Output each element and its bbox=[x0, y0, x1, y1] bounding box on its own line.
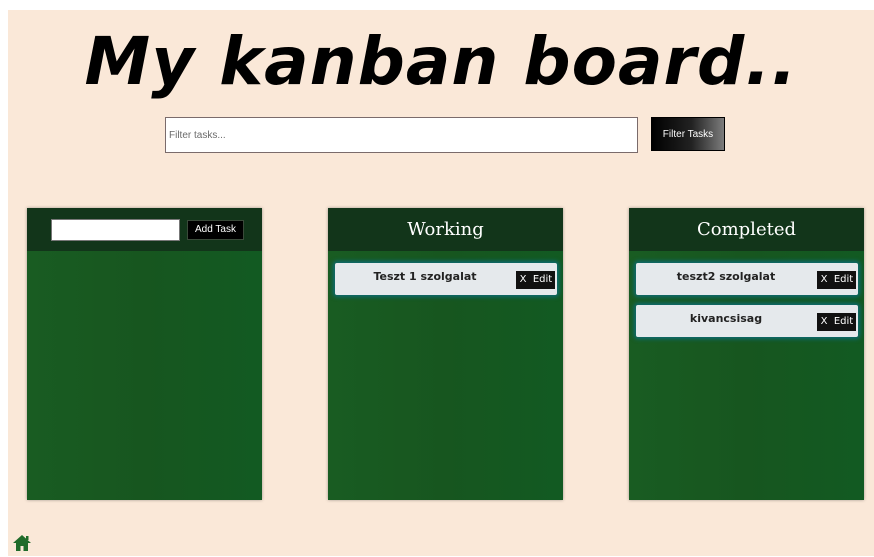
new-task-input[interactable] bbox=[51, 218, 180, 241]
task-title: kivancsisag bbox=[689, 312, 763, 325]
edit-task-button[interactable]: Edit bbox=[831, 271, 856, 289]
column-new: Add Task bbox=[27, 208, 262, 500]
page-title: My kanban board.. bbox=[84, 23, 798, 100]
column-header: Add Task bbox=[27, 208, 262, 251]
column-completed: Completed teszt2 szolgalat X Edit kivanc… bbox=[629, 208, 864, 500]
delete-task-button[interactable]: X bbox=[817, 271, 831, 289]
home-icon[interactable] bbox=[12, 534, 32, 552]
column-working: Working Teszt 1 szolgalat X Edit bbox=[328, 208, 563, 500]
task-card[interactable]: teszt2 szolgalat X Edit bbox=[636, 263, 858, 295]
task-title: teszt2 szolgalat bbox=[676, 270, 776, 283]
filter-tasks-button[interactable]: Filter Tasks bbox=[651, 117, 725, 151]
delete-task-button[interactable]: X bbox=[516, 271, 530, 289]
task-card[interactable]: kivancsisag X Edit bbox=[636, 305, 858, 337]
delete-task-button[interactable]: X bbox=[817, 313, 831, 331]
filter-tasks-input[interactable] bbox=[165, 117, 638, 153]
column-title-completed: Completed bbox=[629, 208, 864, 251]
edit-task-button[interactable]: Edit bbox=[530, 271, 555, 289]
task-title: Teszt 1 szolgalat bbox=[373, 270, 477, 283]
task-card[interactable]: Teszt 1 szolgalat X Edit bbox=[335, 263, 557, 295]
column-title-working: Working bbox=[328, 208, 563, 251]
kanban-page: My kanban board.. Filter Tasks Add Task … bbox=[8, 10, 874, 556]
edit-task-button[interactable]: Edit bbox=[831, 313, 856, 331]
add-task-button[interactable]: Add Task bbox=[187, 219, 244, 240]
